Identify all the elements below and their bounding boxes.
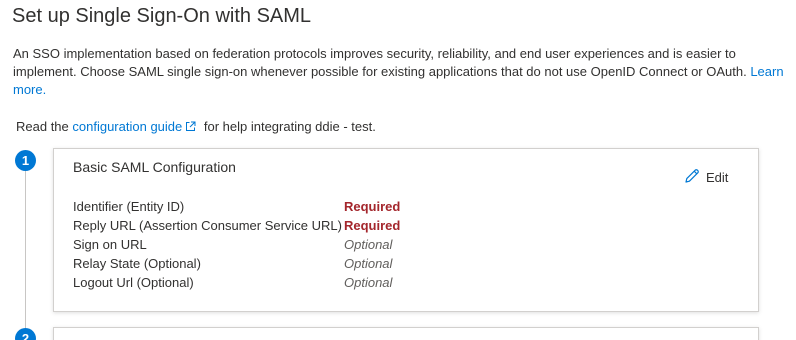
configuration-guide-link-text: configuration guide [72, 119, 183, 134]
configuration-guide-link[interactable]: configuration guide [72, 119, 200, 134]
field-label: Relay State (Optional) [73, 256, 201, 271]
read-prefix: Read the [16, 119, 69, 134]
field-status: Optional [344, 237, 393, 252]
edit-label: Edit [706, 170, 729, 185]
step-2-card [53, 327, 759, 340]
field-row-relay-state: Relay State (Optional) Optional [73, 254, 400, 273]
saml-fields-list: Identifier (Entity ID) Required Reply UR… [73, 197, 400, 292]
field-status: Required [344, 218, 401, 233]
step-2-badge: 2 [15, 328, 36, 340]
step-connector-line [25, 168, 26, 340]
pencil-icon [684, 168, 700, 187]
configuration-guide-line: Read the configuration guide for help in… [16, 118, 376, 137]
intro-paragraph: An SSO implementation based on federatio… [13, 45, 788, 99]
edit-button[interactable]: Edit [684, 168, 728, 187]
field-row-reply-url: Reply URL (Assertion Consumer Service UR… [73, 216, 400, 235]
card-title: Basic SAML Configuration [73, 159, 236, 175]
field-row-sign-on-url: Sign on URL Optional [73, 235, 400, 254]
field-label: Identifier (Entity ID) [73, 199, 185, 214]
field-row-identifier: Identifier (Entity ID) Required [73, 197, 400, 216]
field-label: Logout Url (Optional) [73, 275, 194, 290]
step-1-badge: 1 [15, 150, 36, 171]
field-row-logout-url: Logout Url (Optional) Optional [73, 273, 400, 292]
basic-saml-configuration-card: Basic SAML Configuration Edit Identifier… [53, 148, 759, 312]
field-status: Optional [344, 256, 393, 271]
field-status: Optional [344, 275, 393, 290]
external-link-icon [185, 119, 196, 137]
read-suffix: for help integrating ddie - test. [203, 119, 376, 134]
page-title: Set up Single Sign-On with SAML [12, 5, 312, 27]
field-status: Required [344, 199, 401, 214]
field-label: Sign on URL [73, 237, 147, 252]
saml-sso-page: Set up Single Sign-On with SAML An SSO i… [0, 0, 796, 340]
intro-text: An SSO implementation based on federatio… [13, 46, 747, 79]
field-label: Reply URL (Assertion Consumer Service UR… [73, 218, 342, 233]
